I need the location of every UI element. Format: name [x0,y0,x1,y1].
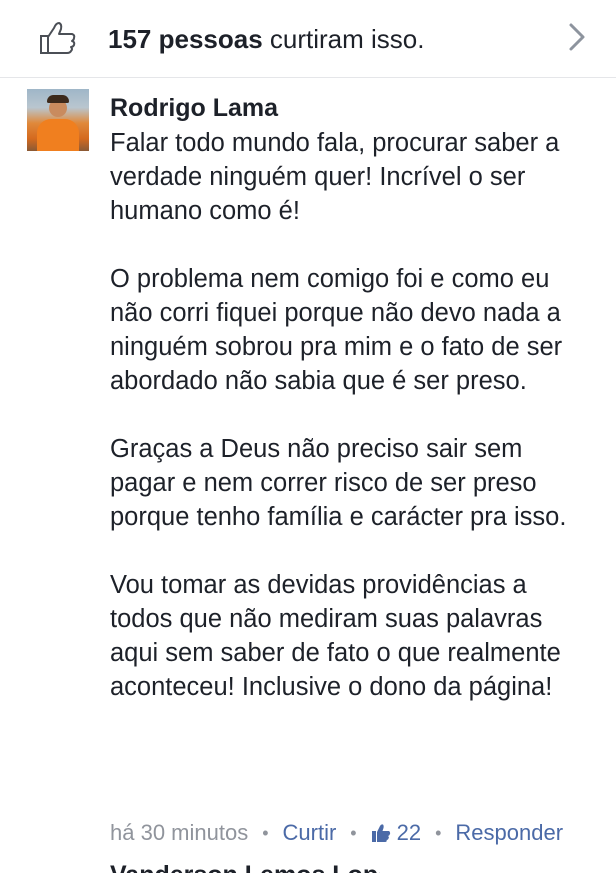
comment-author-name[interactable]: Rodrigo Lama [110,93,278,123]
likes-summary-text[interactable]: 157 pessoas curtiram isso. [108,22,424,56]
chevron-right-icon[interactable] [568,22,586,52]
comment-body: Falar todo mundo fala, procurar saber a … [110,126,590,704]
next-comment-author[interactable]: Vanderson Lemos Lopes [110,860,380,873]
like-comment-button[interactable]: Curtir [283,818,337,848]
likes-summary-bar[interactable]: 157 pessoas curtiram isso. [0,0,616,78]
likes-label: curtiram isso. [262,24,425,54]
reply-button[interactable]: Responder [455,818,563,848]
comment-paragraph: Falar todo mundo fala, procurar saber a … [110,129,560,225]
thumbs-up-outline-icon [40,22,76,54]
comment-paragraph: Vou tomar as devidas providências a todo… [110,571,561,701]
likes-count: 157 pessoas [108,24,263,54]
avatar-figure-cap [47,95,69,103]
comment-timestamp[interactable]: há 30 minutos [110,818,248,848]
comment-like-count[interactable]: 22 [397,818,421,848]
comment-meta-row: há 30 minutos • Curtir • 22 • Responder [110,818,563,848]
next-comment-preview: Vanderson Lemos Lopes [110,858,380,873]
comment-paragraph: Graças a Deus não preciso sair sem pagar… [110,435,567,531]
avatar[interactable] [27,89,89,151]
comment-paragraph: O problema nem comigo foi e como eu não … [110,265,563,395]
meta-separator: • [435,823,442,843]
avatar-figure-body [37,119,79,151]
meta-separator: • [350,823,357,843]
meta-separator: • [262,823,269,843]
thumbs-up-filled-icon[interactable] [371,823,391,843]
